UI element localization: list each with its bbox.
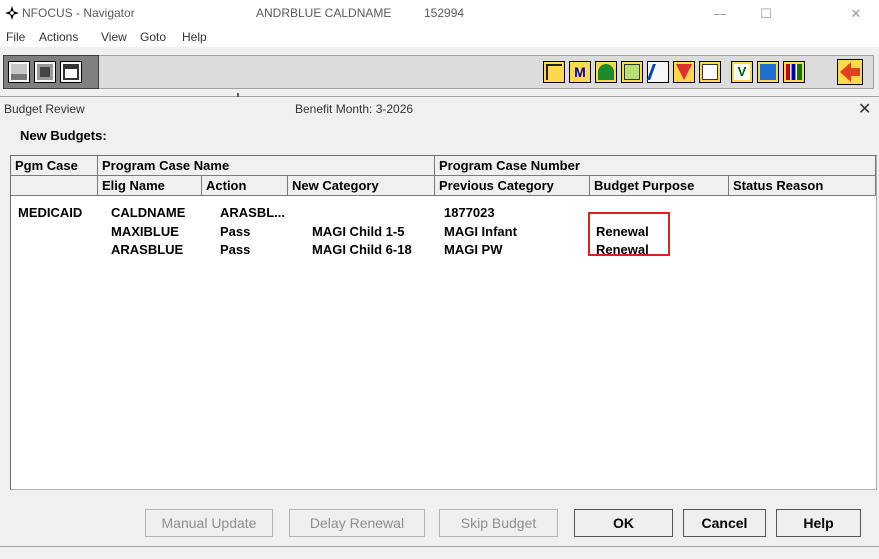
menu-help[interactable]: Help <box>182 30 207 44</box>
close-window-button[interactable]: ✕ <box>833 0 879 27</box>
cell-pgm-case: MEDICAID <box>18 205 83 220</box>
cell-elig-name: ARASBLUE <box>111 242 184 257</box>
skip-budget-button[interactable]: Skip Budget <box>439 509 558 537</box>
help-button[interactable]: Help <box>776 509 861 537</box>
exit-icon[interactable] <box>837 59 863 85</box>
person-icon[interactable] <box>595 61 617 83</box>
open-folder-icon[interactable] <box>8 61 30 83</box>
delay-renewal-button[interactable]: Delay Renewal <box>289 509 425 537</box>
col-header-action[interactable]: Action <box>202 176 288 196</box>
user-name: ANDRBLUE CALDNAME <box>256 6 392 20</box>
minimize-button[interactable]: — <box>697 0 743 27</box>
correspondence-icon[interactable] <box>673 61 695 83</box>
cancel-button[interactable]: Cancel <box>683 509 766 537</box>
maximize-button[interactable]: ☐ <box>743 0 789 27</box>
title-bar: NFOCUS - Navigator ANDRBLUE CALDNAME 152… <box>0 0 879 27</box>
budgets-grid[interactable]: Pgm Case Program Case Name Program Case … <box>10 155 877 490</box>
col-header-new-category[interactable]: New Category <box>288 176 435 196</box>
manual-update-button[interactable]: Manual Update <box>145 509 273 537</box>
ok-button[interactable]: OK <box>574 509 673 537</box>
budget-purpose-highlight <box>588 212 670 256</box>
user-id: 152994 <box>424 6 465 20</box>
col-header-blank <box>11 176 98 196</box>
status-bar-line <box>0 546 879 547</box>
cell-new-category: MAGI Child 6-18 <box>312 242 412 257</box>
new-budgets-label: New Budgets: <box>20 128 107 143</box>
notes-icon[interactable] <box>621 61 643 83</box>
bar-chart-icon[interactable] <box>783 61 805 83</box>
grid-icon[interactable] <box>757 61 779 83</box>
cell-previous-category: MAGI Infant <box>444 224 517 239</box>
toolbar-right-panel: M V <box>99 55 874 89</box>
dialog-title: Budget Review <box>4 102 85 116</box>
toolbar-left-panel <box>3 55 99 89</box>
m-icon[interactable]: M <box>569 61 591 83</box>
col-header-status-reason[interactable]: Status Reason <box>729 176 876 196</box>
program-icon[interactable] <box>543 61 565 83</box>
benefit-month: Benefit Month: 3-2026 <box>295 102 414 116</box>
col-header-pgm-case[interactable]: Pgm Case <box>11 156 98 176</box>
cell-new-category: MAGI Child 1-5 <box>312 224 405 239</box>
dialog-close-button[interactable]: ✕ <box>858 99 871 119</box>
menu-file[interactable]: File <box>6 30 25 44</box>
toolbar-separator <box>0 96 879 97</box>
col-header-elig-name[interactable]: Elig Name <box>98 176 202 196</box>
col-header-budget-purpose[interactable]: Budget Purpose <box>590 176 729 196</box>
edit-icon[interactable] <box>647 61 669 83</box>
col-header-program-case-name[interactable]: Program Case Name <box>98 156 435 176</box>
toolbar: M V <box>0 53 879 93</box>
calculator-icon[interactable] <box>699 61 721 83</box>
cell-elig-name: MAXIBLUE <box>111 224 179 239</box>
cell-case-action: ARASBL... <box>220 205 285 220</box>
v-icon[interactable]: V <box>731 61 753 83</box>
menu-goto[interactable]: Goto <box>140 30 166 44</box>
menu-bar: File Actions View Goto Help <box>0 27 879 47</box>
app-title: NFOCUS - Navigator <box>22 6 135 20</box>
col-header-previous-category[interactable]: Previous Category <box>435 176 590 196</box>
cell-previous-category: MAGI PW <box>444 242 503 257</box>
separator-notch <box>237 93 239 97</box>
cell-action: Pass <box>220 224 251 239</box>
col-header-program-case-number[interactable]: Program Case Number <box>435 156 876 176</box>
cell-case-name: CALDNAME <box>111 205 186 220</box>
cell-action: Pass <box>220 242 251 257</box>
new-folder-icon[interactable] <box>60 61 82 83</box>
menu-view[interactable]: View <box>101 30 127 44</box>
cell-case-number: 1877023 <box>444 205 495 220</box>
menu-actions[interactable]: Actions <box>39 30 78 44</box>
app-compass-icon <box>5 6 19 20</box>
save-icon[interactable] <box>34 61 56 83</box>
